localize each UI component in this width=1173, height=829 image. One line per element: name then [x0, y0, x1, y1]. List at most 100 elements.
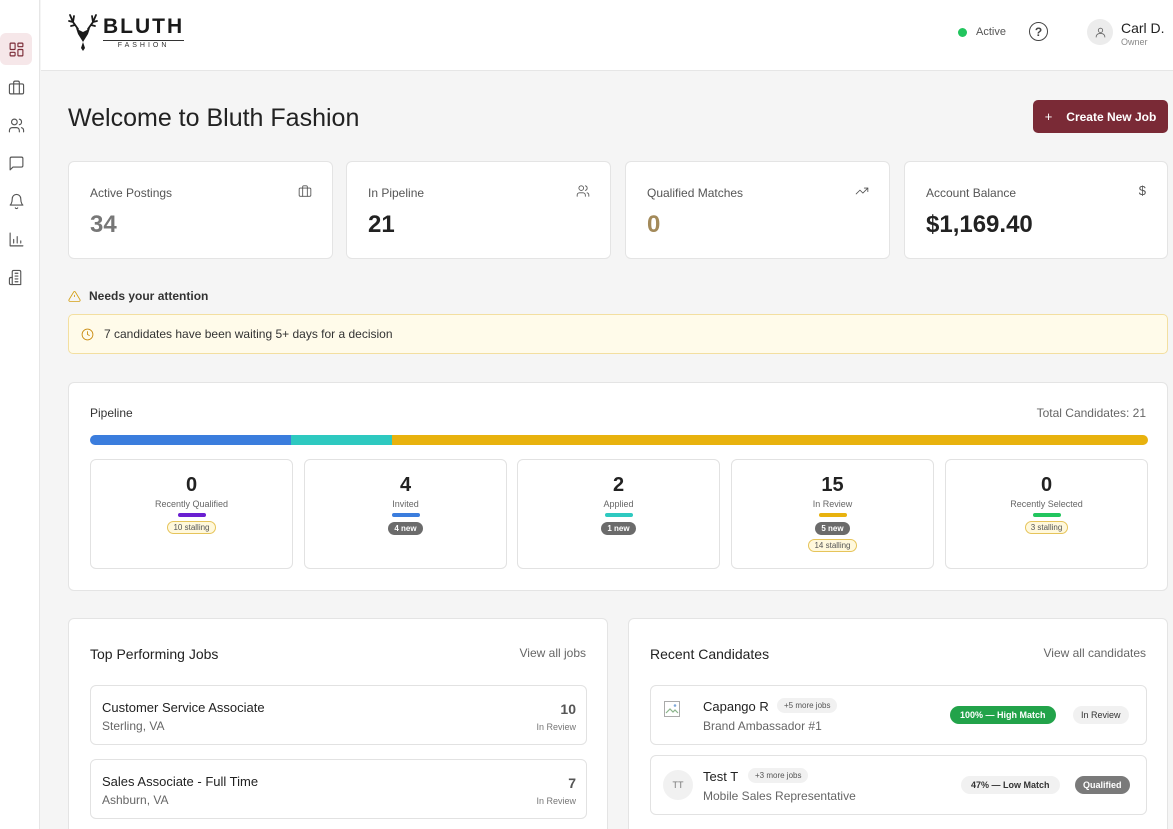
view-all-jobs-link[interactable]: View all jobs — [520, 646, 586, 660]
candidate-status-badge: In Review — [1073, 706, 1129, 724]
brand-logo[interactable]: BLUTH FASHION — [67, 12, 185, 52]
brand-name: BLUTH — [103, 14, 185, 38]
more-jobs-badge[interactable]: +5 more jobs — [777, 698, 838, 713]
recent-candidates-panel: Recent Candidates View all candidates Ca… — [628, 618, 1168, 829]
candidate-row[interactable]: Capango R +5 more jobs Brand Ambassador … — [650, 685, 1147, 745]
new-badge: 4 new — [388, 522, 423, 535]
new-badge: 5 new — [815, 522, 850, 535]
stat-card-active-postings[interactable]: Active Postings 34 — [68, 161, 333, 259]
stalling-badge: 14 stalling — [808, 539, 857, 552]
user-role: Owner — [1121, 37, 1148, 47]
stalling-badge: 10 stalling — [167, 521, 216, 534]
account-status: Active — [958, 26, 1006, 38]
bar-chart-icon — [9, 232, 23, 246]
stage-count: 4 — [399, 474, 412, 496]
candidate-job: Mobile Sales Representative — [703, 789, 856, 803]
candidates-nav-button[interactable] — [0, 109, 32, 141]
briefcase-icon — [298, 185, 312, 197]
job-row[interactable]: Customer Service Associate Sterling, VA … — [90, 685, 587, 745]
help-icon[interactable]: ? — [1029, 22, 1048, 41]
stat-value: 21 — [368, 211, 395, 238]
candidate-job: Brand Ambassador #1 — [703, 719, 822, 733]
stage-count: 15 — [821, 474, 844, 496]
stage-label: Recently Selected — [1010, 499, 1083, 509]
more-jobs-badge[interactable]: +3 more jobs — [748, 768, 809, 783]
top-jobs-title: Top Performing Jobs — [90, 646, 219, 662]
company-nav-button[interactable] — [0, 261, 32, 293]
notifications-nav-button[interactable] — [0, 185, 32, 217]
users-icon — [576, 185, 590, 197]
trending-up-icon — [855, 187, 869, 195]
stat-label: Qualified Matches — [647, 186, 744, 200]
dollar-icon: $ — [1138, 183, 1146, 198]
job-count: 10 — [560, 701, 576, 717]
stat-value: 34 — [90, 211, 117, 238]
dashboard-nav-button[interactable] — [0, 33, 32, 65]
user-avatar[interactable] — [1087, 19, 1113, 45]
user-name: Carl D. — [1121, 20, 1165, 36]
stat-label: In Pipeline — [368, 186, 425, 200]
sidebar — [0, 0, 40, 829]
brand-sub: FASHION — [103, 39, 185, 49]
stag-logo-icon — [68, 14, 98, 51]
pipeline-segment — [391, 435, 1148, 445]
status-label: Active — [976, 26, 1006, 38]
pipeline-stage[interactable]: 15 In Review 5 new 14 stalling — [731, 459, 934, 569]
job-title: Sales Associate - Full Time — [102, 774, 259, 789]
new-badge: 1 new — [601, 522, 636, 535]
view-all-candidates-link[interactable]: View all candidates — [1043, 646, 1146, 660]
candidate-name: Test T — [703, 769, 739, 784]
dashboard-icon — [9, 42, 23, 56]
users-icon — [8, 118, 24, 132]
stat-card-account-balance[interactable]: Account Balance $ $1,169.40 — [904, 161, 1168, 259]
stage-label: Recently Qualified — [154, 499, 229, 509]
pipeline-stage[interactable]: 2 Applied 1 new — [517, 459, 720, 569]
clock-icon — [81, 328, 94, 340]
job-status: In Review — [536, 722, 576, 732]
top-jobs-panel: Top Performing Jobs View all jobs Custom… — [68, 618, 608, 829]
recent-candidates-title: Recent Candidates — [650, 646, 770, 662]
briefcase-icon — [8, 80, 24, 94]
page-title: Welcome to Bluth Fashion — [68, 104, 360, 132]
job-status: In Review — [536, 796, 576, 806]
pipeline-stage[interactable]: 4 Invited 4 new — [304, 459, 507, 569]
stage-count: 2 — [612, 474, 625, 496]
candidate-name: Capango R — [703, 699, 769, 714]
status-dot-icon — [958, 27, 967, 37]
stage-label: Invited — [392, 499, 419, 509]
alert-text: 7 candidates have been waiting 5+ days f… — [104, 327, 393, 341]
stat-label: Active Postings — [90, 186, 173, 200]
create-new-job-label: Create New Job — [1066, 109, 1157, 124]
pipeline-stage[interactable]: 0 Recently Selected 3 stalling — [945, 459, 1148, 569]
stat-card-qualified-matches[interactable]: Qualified Matches 0 — [625, 161, 890, 259]
user-icon — [1095, 27, 1105, 37]
attention-heading: Needs your attention — [68, 289, 208, 303]
jobs-nav-button[interactable] — [0, 71, 32, 103]
stage-label: In Review — [812, 499, 853, 509]
plus-icon: + — [1044, 109, 1053, 124]
analytics-nav-button[interactable] — [0, 223, 32, 255]
create-new-job-button[interactable]: + Create New Job — [1033, 100, 1168, 133]
job-count: 7 — [568, 775, 576, 791]
waiting-candidates-alert[interactable]: 7 candidates have been waiting 5+ days f… — [68, 314, 1168, 354]
broken-image-icon — [664, 701, 680, 717]
pipeline-stage[interactable]: 0 Recently Qualified 10 stalling — [90, 459, 293, 569]
messages-nav-button[interactable] — [0, 147, 32, 179]
stalling-badge: 3 stalling — [1024, 521, 1069, 534]
stat-card-in-pipeline[interactable]: In Pipeline 21 — [346, 161, 611, 259]
pipeline-total: Total Candidates: 21 — [1036, 406, 1146, 420]
attention-title: Needs your attention — [89, 289, 209, 303]
candidate-avatar: TT — [663, 770, 693, 800]
user-menu[interactable]: Carl D. Owner — [1121, 20, 1165, 47]
bell-icon — [9, 193, 23, 209]
job-row[interactable]: Sales Associate - Full Time Ashburn, VA … — [90, 759, 587, 819]
candidate-status-badge: Qualified — [1075, 776, 1130, 794]
stage-label: Applied — [603, 499, 634, 509]
pipeline-title: Pipeline — [90, 406, 133, 420]
candidate-row[interactable]: TT Test T +3 more jobs Mobile Sales Repr… — [650, 755, 1147, 815]
match-badge: 100% — High Match — [950, 706, 1056, 724]
stat-value: 0 — [647, 211, 661, 238]
pipeline-progress-bar — [90, 435, 1148, 445]
stat-value: $1,169.40 — [926, 211, 1033, 238]
match-badge: 47% — Low Match — [961, 776, 1060, 794]
